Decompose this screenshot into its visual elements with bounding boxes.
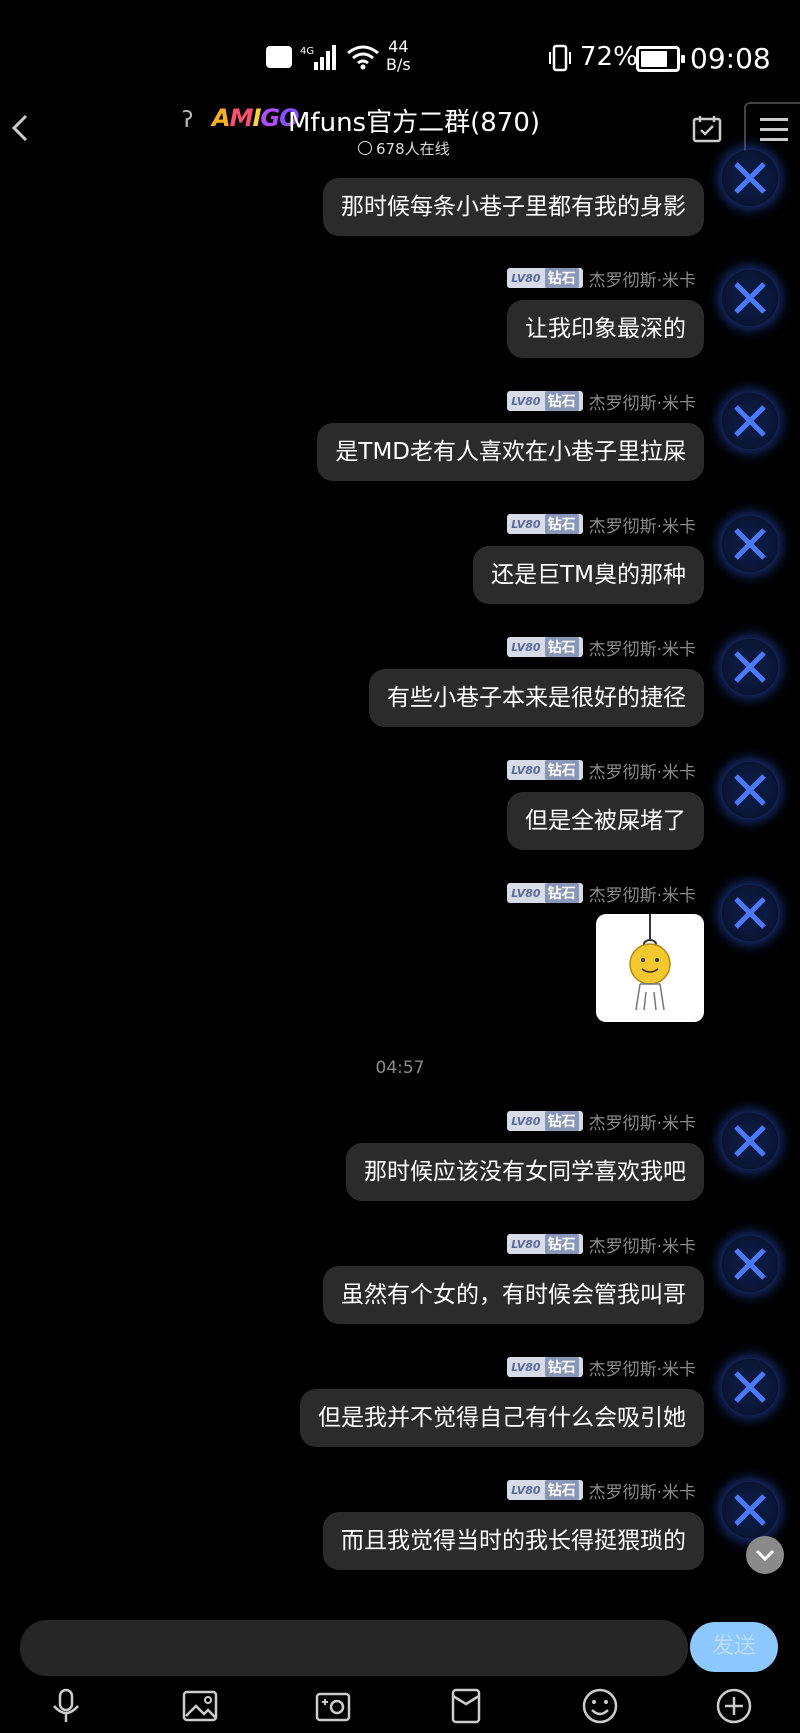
sender-name[interactable]: 杰罗彻斯·米卡 xyxy=(589,1478,696,1503)
sender-name[interactable]: 杰罗彻斯·米卡 xyxy=(589,758,696,783)
send-button[interactable]: 发送 xyxy=(690,1622,778,1672)
level-badge: LV80 钻石 xyxy=(507,760,583,780)
avatar[interactable] xyxy=(722,150,778,206)
sender-meta: LV80 钻石 杰罗彻斯·米卡 xyxy=(507,389,696,414)
message-bubble[interactable]: 有些小巷子本来是很好的捷径 xyxy=(369,669,704,727)
chevron-down-icon xyxy=(755,1549,775,1562)
sender-name[interactable]: 杰罗彻斯·米卡 xyxy=(589,635,696,660)
message-bubble[interactable]: 那时候应该没有女同学喜欢我吧 xyxy=(346,1143,704,1201)
back-arrow-icon[interactable] xyxy=(6,110,36,146)
group-title[interactable]: Mfuns官方二群(870) xyxy=(288,102,540,139)
level-badge: LV80 钻石 xyxy=(507,1357,583,1377)
message-bubble[interactable]: 但是我并不觉得自己有什么会吸引她 xyxy=(300,1389,704,1447)
wifi-icon xyxy=(347,45,379,70)
menu-button[interactable] xyxy=(744,102,800,154)
avatar[interactable] xyxy=(722,639,778,695)
avatar[interactable] xyxy=(722,270,778,326)
level-badge: LV80 钻石 xyxy=(507,1234,583,1254)
online-count: 678人在线 xyxy=(358,138,450,159)
emoji-icon[interactable] xyxy=(580,1686,620,1726)
level-badge: LV80 钻石 xyxy=(507,391,583,411)
network-speed: 44 B/s xyxy=(386,37,411,74)
online-icon xyxy=(358,141,372,155)
camera-icon[interactable] xyxy=(313,1686,353,1726)
avatar[interactable] xyxy=(722,1359,778,1415)
level-badge: LV80 钻石 xyxy=(507,514,583,534)
sender-name[interactable]: 杰罗彻斯·米卡 xyxy=(589,389,696,414)
message-bubble[interactable]: 虽然有个女的，有时候会管我叫哥 xyxy=(323,1266,704,1324)
avatar[interactable] xyxy=(722,885,778,941)
avatar[interactable] xyxy=(722,393,778,449)
sender-name[interactable]: 杰罗彻斯·米卡 xyxy=(589,1355,696,1380)
svg-text:4G: 4G xyxy=(300,46,314,57)
sender-name[interactable]: 杰罗彻斯·米卡 xyxy=(589,512,696,537)
red-packet-icon[interactable] xyxy=(446,1686,486,1726)
ear-icon: ʔ xyxy=(182,108,194,133)
level-badge: LV80 钻石 xyxy=(507,1111,583,1131)
message-bubble[interactable]: 是TMD老有人喜欢在小巷子里拉屎 xyxy=(317,423,704,481)
sender-meta: LV80 钻石 杰罗彻斯·米卡 xyxy=(507,512,696,537)
calendar-check-icon[interactable] xyxy=(692,114,722,144)
group-logo: AMIGO xyxy=(212,104,300,132)
microphone-icon[interactable] xyxy=(46,1686,86,1726)
vibrate-icon xyxy=(549,44,571,72)
plus-icon[interactable] xyxy=(714,1686,754,1726)
avatar[interactable] xyxy=(722,762,778,818)
sender-name[interactable]: 杰罗彻斯·米卡 xyxy=(589,266,696,291)
sender-meta: LV80 钻石 杰罗彻斯·米卡 xyxy=(507,1232,696,1257)
sender-name[interactable]: 杰罗彻斯·米卡 xyxy=(589,1109,696,1134)
timestamp: 04:57 xyxy=(375,1058,425,1078)
input-toolbar xyxy=(0,1682,800,1732)
message-bubble[interactable]: 那时候每条小巷子里都有我的身影 xyxy=(323,178,704,236)
signal-icon: 4G xyxy=(300,45,336,70)
sender-meta: LV80 钻石 杰罗彻斯·米卡 xyxy=(507,1355,696,1380)
image-icon[interactable] xyxy=(180,1686,220,1726)
message-bubble[interactable]: 而且我觉得当时的我长得挺猥琐的 xyxy=(323,1512,704,1570)
level-badge: LV80 钻石 xyxy=(507,637,583,657)
message-bubble[interactable]: 但是全被屎堵了 xyxy=(507,792,704,850)
sender-meta: LV80 钻石 杰罗彻斯·米卡 xyxy=(507,881,696,906)
chat-header: ʔ AMIGO Mfuns官方二群(870) 678人在线 xyxy=(0,96,800,164)
avatar[interactable] xyxy=(722,1113,778,1169)
message-bubble[interactable]: 让我印象最深的 xyxy=(507,300,704,358)
avatar[interactable] xyxy=(722,516,778,572)
message-input[interactable] xyxy=(20,1620,688,1676)
menu-icon xyxy=(760,118,788,121)
clock: 09:08 xyxy=(690,42,771,75)
status-bar: HD 4G 44 B/s 72% 09:08 xyxy=(0,0,800,100)
avatar[interactable] xyxy=(722,1236,778,1292)
battery-icon xyxy=(636,46,685,72)
sender-name[interactable]: 杰罗彻斯·米卡 xyxy=(589,1232,696,1257)
scroll-to-bottom-button[interactable] xyxy=(746,1536,784,1574)
hd-icon: HD xyxy=(266,46,292,68)
message-bubble[interactable]: 还是巨TM臭的那种 xyxy=(473,546,704,604)
sender-meta: LV80 钻石 杰罗彻斯·米卡 xyxy=(507,1478,696,1503)
battery-percent: 72% xyxy=(580,42,638,72)
avatar[interactable] xyxy=(722,1482,778,1538)
level-badge: LV80 钻石 xyxy=(507,1480,583,1500)
sender-meta: LV80 钻石 杰罗彻斯·米卡 xyxy=(507,266,696,291)
sender-meta: LV80 钻石 杰罗彻斯·米卡 xyxy=(507,635,696,660)
hanging-smiley-sticker[interactable] xyxy=(596,914,704,1022)
sender-meta: LV80 钻石 杰罗彻斯·米卡 xyxy=(507,1109,696,1134)
sender-meta: LV80 钻石 杰罗彻斯·米卡 xyxy=(507,758,696,783)
level-badge: LV80 钻石 xyxy=(507,268,583,288)
level-badge: LV80 钻石 xyxy=(507,883,583,903)
sender-name[interactable]: 杰罗彻斯·米卡 xyxy=(589,881,696,906)
